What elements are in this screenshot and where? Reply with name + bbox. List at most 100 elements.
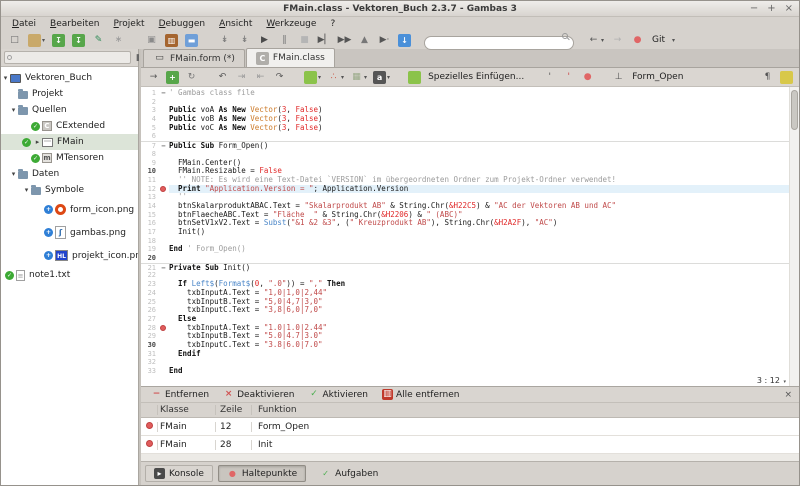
maximize-button[interactable]: + [767, 1, 775, 17]
run-until-icon-button[interactable]: ▶· [376, 33, 393, 48]
step-icon-button[interactable]: ▶▏ [316, 33, 333, 48]
special-paste-icon-button[interactable] [406, 70, 423, 85]
tree-item-symbole[interactable]: ▾Symbole [1, 182, 138, 198]
activate-breakpoint-button[interactable]: ✓Aktivieren [302, 389, 374, 400]
line-marker[interactable] [158, 254, 169, 263]
line-marker[interactable] [158, 306, 169, 315]
line-marker[interactable] [158, 176, 169, 185]
git-menu[interactable]: Git [652, 35, 665, 45]
cursor-position[interactable]: 3 : 12 ▾ [753, 376, 786, 385]
line-marker[interactable] [158, 150, 169, 159]
sidebar-filter-input[interactable] [4, 51, 131, 64]
line-marker[interactable] [158, 350, 169, 359]
editor-scrollbar[interactable] [789, 87, 799, 386]
tree-item-projekt[interactable]: Projekt [1, 86, 138, 102]
code-editor[interactable]: 1−' Gambas class file23Public voA As New… [141, 87, 799, 386]
code-line[interactable]: 17 Init() [141, 228, 799, 237]
menu-bearbeiten[interactable]: Bearbeiten [43, 18, 106, 30]
line-marker[interactable] [158, 271, 169, 280]
goto-line-icon-button[interactable]: → [145, 70, 162, 85]
expander-icon[interactable]: ▾ [9, 170, 18, 178]
menu-projekt[interactable]: Projekt [107, 18, 152, 30]
code-line[interactable]: 33End [141, 367, 799, 376]
code-line[interactable]: 26 txbInputC.Text = "3,8|6,0|7,0" [141, 306, 799, 315]
tree-item-fmain[interactable]: ✓▸FMain [1, 134, 138, 150]
expander-icon[interactable]: ▾ [9, 106, 18, 114]
line-marker[interactable]: − [158, 142, 169, 150]
code-line[interactable]: 32 [141, 358, 799, 367]
menu-debuggen[interactable]: Debuggen [152, 18, 213, 30]
line-marker[interactable] [158, 193, 169, 202]
tab-fmain-class[interactable]: CFMain.class [246, 48, 335, 67]
run-icon-button[interactable]: ▶ [256, 33, 273, 48]
menu-werkzeuge[interactable]: Werkzeuge [259, 18, 323, 30]
redo-icon-button[interactable]: ↷ [271, 70, 288, 85]
format-icon-button[interactable]: a▾ [371, 70, 392, 85]
tab-aufgaben[interactable]: ✓Aufgaben [311, 465, 387, 482]
code-line[interactable]: 19End ' Form_Open() [141, 245, 799, 254]
line-marker[interactable] [158, 280, 169, 289]
line-marker[interactable] [158, 159, 169, 168]
tree-item-daten[interactable]: ▾Daten [1, 166, 138, 182]
menu-?[interactable]: ? [323, 18, 342, 30]
line-marker[interactable] [158, 132, 169, 141]
toolbar-search-input[interactable] [424, 36, 574, 50]
line-marker[interactable] [158, 341, 169, 350]
line-marker[interactable] [158, 358, 169, 367]
goto-procedure-icon-button[interactable]: ⊥ [610, 70, 627, 85]
fold-icon[interactable]: − [161, 89, 165, 97]
line-marker[interactable] [158, 228, 169, 237]
line-marker[interactable] [158, 332, 169, 341]
line-marker[interactable] [158, 185, 169, 194]
step-over-icon-button[interactable]: ▶▶ [336, 33, 353, 48]
code-line[interactable]: 21−Private Sub Init() [141, 263, 799, 272]
toggle-breakpoint-icon-button[interactable]: ● [579, 70, 596, 85]
refactor-icon-button[interactable]: ∗ [110, 33, 127, 48]
compile-all-icon-button[interactable]: ↡ [236, 33, 253, 48]
uncomment-line-icon-button[interactable]: ' [560, 70, 577, 85]
tree-item-quellen[interactable]: ▾Quellen [1, 102, 138, 118]
line-marker[interactable] [158, 245, 169, 254]
make-executable-icon-button[interactable]: ▥ [163, 33, 180, 48]
tree-item-cextended[interactable]: ✓CCExtended [1, 118, 138, 134]
line-marker[interactable]: − [158, 264, 169, 272]
forward-icon-button[interactable]: → [609, 33, 626, 48]
line-marker[interactable] [158, 98, 169, 107]
deactivate-breakpoint-button[interactable]: ×Deaktivieren [217, 389, 300, 400]
save-project-icon-button[interactable]: ↧ [50, 33, 67, 48]
code-line[interactable]: 7−Public Sub Form_Open() [141, 141, 799, 150]
line-marker[interactable] [158, 237, 169, 246]
open-project-icon-button[interactable]: ▾ [26, 33, 47, 48]
minimize-button[interactable]: − [750, 1, 758, 17]
expander-icon[interactable]: ▾ [1, 74, 10, 82]
finish-icon-button[interactable]: ▲ [356, 33, 373, 48]
menu-datei[interactable]: Datei [5, 18, 43, 30]
edit-icon-button[interactable]: ✎ [90, 33, 107, 48]
scrollbar-thumb[interactable] [791, 90, 798, 130]
properties-icon-button[interactable]: ▣ [143, 33, 160, 48]
expander-icon[interactable]: ▸ [33, 138, 42, 146]
tab-haltepunkte[interactable]: ●Haltepunkte [218, 465, 306, 482]
line-marker[interactable] [158, 298, 169, 307]
unindent-icon-button[interactable]: ⇤ [252, 70, 269, 85]
line-marker[interactable] [158, 106, 169, 115]
tab-fmain-form[interactable]: ▭FMain.form (*) [143, 49, 245, 67]
lock-icon-button[interactable] [778, 70, 795, 85]
tree-item-gambas-png[interactable]: +ʃgambas.png [1, 221, 138, 244]
breakpoint-row[interactable]: FMain28Init [141, 436, 799, 454]
code-line[interactable]: 20 [141, 254, 799, 263]
pause-icon-button[interactable]: ‖ [276, 33, 293, 48]
code-line[interactable]: 30 txbInputC.Text = "3.8|6.0|7.0" [141, 341, 799, 350]
line-marker[interactable] [158, 211, 169, 220]
save-class-icon-button[interactable]: + [164, 70, 181, 85]
line-marker[interactable] [158, 219, 169, 228]
line-marker[interactable] [158, 124, 169, 133]
tree-item-note1-txt[interactable]: ✓≡note1.txt [1, 267, 138, 283]
comment-bubble-icon-button[interactable]: ▬ [183, 33, 200, 48]
code-line[interactable]: 1−' Gambas class file [141, 89, 799, 98]
tree-item-project-root[interactable]: ▾Vektoren_Buch [1, 70, 138, 86]
undo-icon-button[interactable]: ↶ [214, 70, 231, 85]
line-marker[interactable] [158, 315, 169, 324]
close-panel-icon[interactable]: × [784, 390, 792, 400]
reload-icon-button[interactable]: ↻ [183, 70, 200, 85]
